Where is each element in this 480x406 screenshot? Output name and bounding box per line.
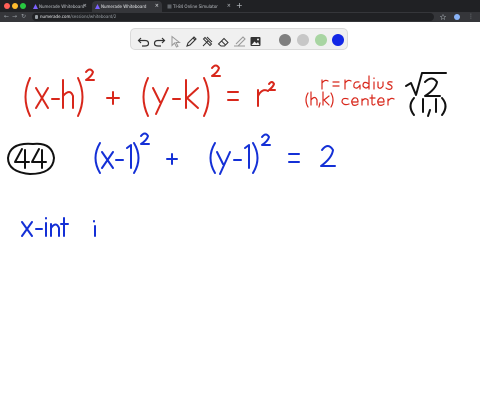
letter-t	[60, 217, 69, 237]
pen-icon	[186, 36, 197, 47]
exponent-2	[85, 68, 95, 81]
pen-tool[interactable]	[185, 33, 198, 47]
letter-n	[50, 223, 60, 237]
digit-4	[31, 148, 47, 169]
letter-k	[185, 79, 199, 109]
browser-address-bar: ← → ↻ numerade.com/sessions/whiteboard/2…	[0, 12, 480, 22]
equals-sign	[288, 153, 300, 163]
paren-close	[77, 77, 84, 117]
digit-1	[126, 144, 132, 169]
problem-circle	[7, 142, 55, 175]
letter-x	[101, 151, 114, 169]
exponent-2	[261, 133, 271, 146]
close-window-icon[interactable]	[4, 3, 10, 9]
center-value-1-1	[409, 97, 447, 117]
insert-image-button[interactable]	[249, 33, 262, 46]
profile-avatar[interactable]	[454, 14, 460, 20]
browser-tab-1[interactable]: Numerade Whiteboard ×	[30, 1, 90, 12]
maximize-window-icon[interactable]	[20, 3, 26, 9]
lock-icon	[35, 15, 38, 19]
paren-open	[142, 77, 149, 117]
exponent-2	[211, 64, 221, 77]
paren-close	[203, 77, 210, 117]
tab-close-icon[interactable]: ×	[83, 1, 87, 12]
url-host: numerade.com	[40, 14, 71, 19]
whiteboard-toolbar	[130, 28, 348, 50]
image-icon	[250, 37, 261, 46]
problem-number-44	[7, 142, 55, 175]
url-path: /sessions/whiteboard/2	[70, 14, 117, 19]
letter-y	[152, 87, 169, 115]
answer-values	[405, 72, 447, 117]
back-arrow-icon[interactable]: ←	[4, 12, 9, 22]
browser-tab-2[interactable]: Numerade Whiteboard ×	[92, 1, 162, 12]
calculator-favicon-icon	[167, 4, 172, 9]
letter-x	[21, 221, 33, 237]
paren-open	[24, 77, 31, 117]
numerade-favicon-icon	[33, 4, 38, 9]
digit-2	[320, 145, 336, 167]
highlighter-tool[interactable]	[233, 33, 246, 47]
browser-tab-3[interactable]: TI-84 Online Simulator ×	[164, 1, 234, 12]
new-tab-button[interactable]: +	[236, 0, 243, 12]
star-icon[interactable]	[440, 14, 446, 20]
tab-close-icon[interactable]: ×	[227, 1, 231, 12]
minimize-window-icon[interactable]	[12, 3, 18, 9]
plus-sign	[166, 153, 178, 165]
pointer-icon	[171, 35, 181, 48]
letter-i-partial	[93, 220, 96, 237]
undo-icon	[137, 37, 150, 47]
eraser-icon	[217, 37, 229, 47]
browser-tab-title: TI-84 Online Simulator	[173, 4, 218, 9]
paren-open	[94, 142, 101, 174]
equals-sign	[227, 91, 239, 101]
redo-icon	[153, 37, 166, 47]
undo-button[interactable]	[137, 33, 150, 47]
color-swatch-green[interactable]	[315, 34, 327, 46]
x-intercept-heading	[21, 217, 96, 237]
tab-close-icon[interactable]: ×	[155, 1, 159, 12]
letter-x	[35, 87, 49, 109]
browser-tab-title: Numerade Whiteboard	[39, 4, 85, 9]
color-swatch-blue[interactable]	[332, 34, 344, 46]
definition-notes	[305, 75, 395, 108]
plus-sign	[106, 91, 120, 105]
browser-menu-icon[interactable]: ⋮	[468, 12, 474, 22]
whiteboard-canvas[interactable]	[0, 22, 480, 406]
note-center	[305, 91, 395, 108]
color-swatch-gray[interactable]	[279, 34, 291, 46]
letter-r	[257, 89, 269, 107]
note-radius	[321, 75, 393, 90]
highlighter-icon	[234, 36, 246, 47]
digit-1	[244, 144, 250, 169]
color-swatch-light-gray[interactable]	[297, 34, 309, 46]
exponent-2	[268, 81, 276, 91]
paren-open	[209, 142, 216, 174]
general-circle-equation	[24, 64, 276, 117]
url-field[interactable]: numerade.com/sessions/whiteboard/2	[32, 13, 434, 21]
specific-circle-equation	[94, 132, 336, 175]
eraser-tool[interactable]	[217, 33, 230, 47]
letter-y	[216, 151, 231, 175]
exponent-2	[140, 132, 150, 145]
tools-icon	[202, 36, 213, 47]
select-tool[interactable]	[169, 33, 182, 48]
paren-close	[133, 142, 140, 174]
redo-button[interactable]	[153, 33, 166, 47]
browser-tab-title: Numerade Whiteboard	[101, 4, 147, 9]
digit-4	[14, 148, 30, 169]
radius-value-sqrt2	[405, 72, 447, 97]
paren-close	[252, 142, 259, 174]
tools-menu[interactable]	[201, 33, 214, 47]
numerade-favicon-icon	[95, 4, 100, 9]
letter-h	[62, 79, 74, 109]
forward-arrow-icon[interactable]: →	[12, 12, 17, 22]
browser-tab-bar: Numerade Whiteboard × Numerade Whiteboar…	[0, 0, 480, 12]
reload-icon[interactable]: ↻	[21, 12, 26, 22]
